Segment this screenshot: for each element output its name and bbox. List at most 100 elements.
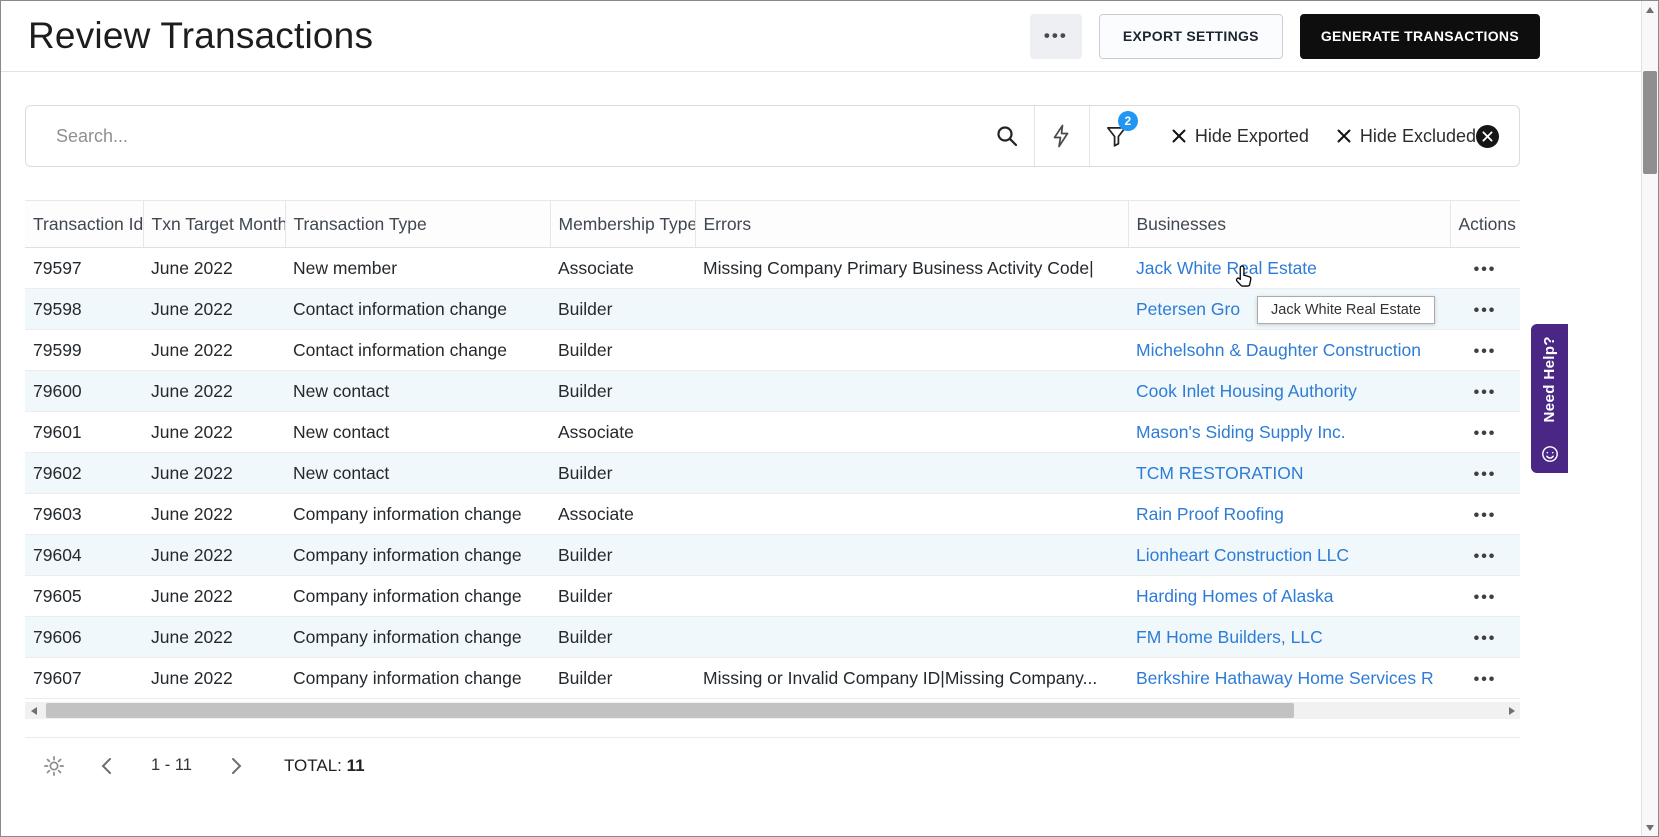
business-cell: Harding Homes of Alaska [1128,575,1450,617]
column-header-actions[interactable]: Actions [1450,200,1520,248]
previous-page-icon[interactable] [91,751,121,781]
row-actions-cell: ••• [1450,493,1520,535]
scroll-down-arrow-icon[interactable] [1642,819,1658,836]
title-bar: Review Transactions ••• EXPORT SETTINGS … [1,1,1658,72]
errors-cell [695,493,1128,535]
row-actions-button[interactable]: ••• [1474,343,1497,360]
row-actions-cell: ••• [1450,657,1520,699]
row-actions-cell: ••• [1450,534,1520,576]
horizontal-scrollbar-thumb[interactable] [46,703,1294,718]
business-link[interactable]: Jack White Real Estate [1136,258,1317,278]
membership-type-cell: Associate [550,411,695,453]
table-row: 79599 June 2022 Contact information change… [25,329,1520,371]
row-actions-button[interactable]: ••• [1474,507,1497,524]
errors-cell [695,575,1128,617]
row-actions-button[interactable]: ••• [1474,466,1497,483]
table-footer: 1 - 11 TOTAL: 11 [25,737,1520,793]
chip-label: Hide Excluded [1359,125,1476,146]
errors-cell [695,452,1128,494]
table-row: 79603 June 2022 Company information change… [25,493,1520,535]
title-actions: ••• EXPORT SETTINGS GENERATE TRANSACTION… [1029,13,1540,59]
generate-transactions-button[interactable]: GENERATE TRANSACTIONS [1299,13,1540,59]
page-title: Review Transactions [28,15,374,56]
vertical-scrollbar-thumb[interactable] [1643,71,1657,174]
membership-type-cell: Builder [550,534,695,576]
page-range: 1 - 11 [151,756,192,774]
row-actions-button[interactable]: ••• [1474,589,1497,606]
horizontal-scrollbar[interactable] [25,702,1520,719]
filter-count-badge: 2 [1117,111,1138,131]
transaction-type-cell: Company information change [285,575,550,617]
row-actions-button[interactable]: ••• [1474,384,1497,401]
transactions-table: Transaction Id Txn Target Month Transactio… [25,200,1520,699]
search-icon[interactable] [980,106,1034,166]
target-month-cell: June 2022 [143,575,285,617]
business-link[interactable]: Petersen Gro [1136,299,1240,319]
quick-actions-bolt-icon[interactable] [1035,106,1089,166]
more-options-button[interactable]: ••• [1029,13,1082,59]
membership-type-cell: Builder [550,616,695,658]
business-link[interactable]: Berkshire Hathaway Home Services R [1136,668,1434,688]
business-link[interactable]: Mason's Siding Supply Inc. [1136,422,1346,442]
export-settings-button[interactable]: EXPORT SETTINGS [1098,13,1283,59]
errors-cell: Missing or Invalid Company ID|Missing Co… [695,657,1128,699]
table-row: 79600 June 2022 New contact Builder Cook Inl… [25,370,1520,412]
business-cell: FM Home Builders, LLC [1128,616,1450,658]
business-name-tooltip: Jack White Real Estate [1257,296,1435,324]
transaction-id-cell: 79598 [25,288,143,330]
need-help-label: Need Help? [1541,336,1558,423]
transaction-type-cell: Contact information change [285,329,550,371]
business-cell: Rain Proof Roofing [1128,493,1450,535]
business-link[interactable]: Harding Homes of Alaska [1136,586,1333,606]
membership-type-cell: Builder [550,452,695,494]
row-actions-cell: ••• [1450,370,1520,412]
scroll-up-arrow-icon[interactable] [1642,1,1658,18]
grid-settings-icon[interactable] [43,755,65,777]
row-actions-button[interactable]: ••• [1474,302,1497,319]
column-header-errors[interactable]: Errors [695,200,1129,248]
search-input[interactable] [26,106,980,166]
transaction-id-cell: 79601 [25,411,143,453]
remove-filter-x-icon [1337,129,1351,143]
business-link[interactable]: Rain Proof Roofing [1136,504,1284,524]
row-actions-button[interactable]: ••• [1474,548,1497,565]
transaction-id-cell: 79606 [25,616,143,658]
transaction-type-cell: Company information change [285,534,550,576]
business-link[interactable]: Cook Inlet Housing Authority [1136,381,1357,401]
vertical-scrollbar[interactable] [1641,1,1658,836]
scroll-right-arrow-icon[interactable] [1503,702,1520,719]
filter-icon[interactable]: 2 [1090,106,1144,166]
total-value: 11 [346,755,365,775]
column-header-transaction-type[interactable]: Transaction Type [285,200,551,248]
business-link[interactable]: Lionheart Construction LLC [1136,545,1349,565]
business-cell: Jack White Real Estate [1128,247,1450,289]
row-actions-cell: ••• [1450,329,1520,371]
business-cell: Berkshire Hathaway Home Services R [1128,657,1450,699]
scroll-left-arrow-icon[interactable] [25,702,42,719]
next-page-icon[interactable] [222,751,252,781]
business-link[interactable]: TCM RESTORATION [1136,463,1304,483]
transaction-type-cell: New contact [285,411,550,453]
column-header-membership-type[interactable]: Membership Type [550,200,696,248]
need-help-tab[interactable]: Need Help? [1531,324,1568,473]
business-cell: TCM RESTORATION [1128,452,1450,494]
row-actions-button[interactable]: ••• [1474,671,1497,688]
column-header-transaction-id[interactable]: Transaction Id [25,200,144,248]
business-link[interactable]: FM Home Builders, LLC [1136,627,1323,647]
row-actions-button[interactable]: ••• [1474,261,1497,278]
hide-excluded-chip[interactable]: Hide Excluded [1337,126,1476,147]
membership-type-cell: Builder [550,575,695,617]
target-month-cell: June 2022 [143,534,285,576]
business-cell: Michelsohn & Daughter Construction [1128,329,1450,371]
row-actions-button[interactable]: ••• [1474,425,1497,442]
business-link[interactable]: Michelsohn & Daughter Construction [1136,340,1421,360]
clear-search-icon[interactable] [1476,124,1499,148]
transaction-id-cell: 79597 [25,247,143,289]
row-actions-button[interactable]: ••• [1474,630,1497,647]
transaction-id-cell: 79603 [25,493,143,535]
column-header-txn-target-month[interactable]: Txn Target Month [143,200,286,248]
hide-exported-chip[interactable]: Hide Exported [1172,126,1309,147]
transaction-type-cell: New contact [285,452,550,494]
column-header-businesses[interactable]: Businesses [1128,200,1451,248]
remove-filter-x-icon [1172,129,1186,143]
